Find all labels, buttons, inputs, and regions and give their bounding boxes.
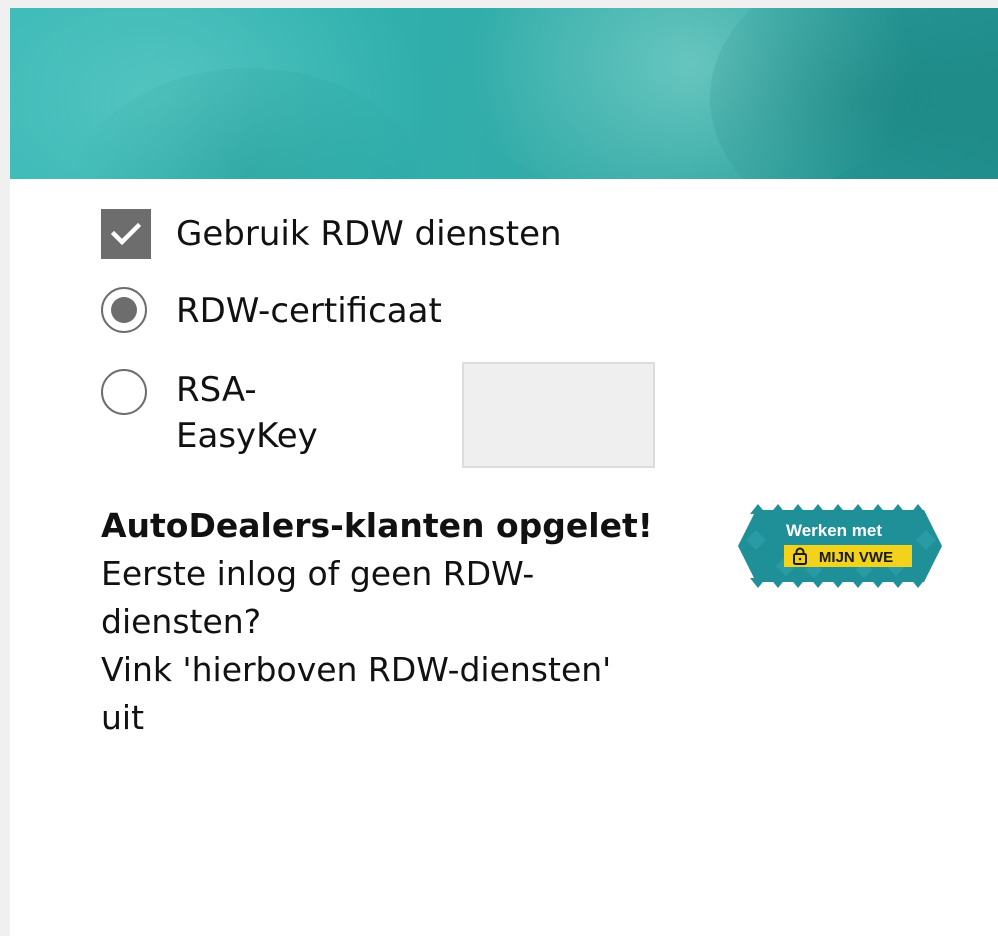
radio-selected-dot [111,297,137,323]
use-rdw-label: Gebruik RDW diensten [176,214,562,254]
autodealers-notice: AutoDealers-klanten opgelet! Eerste inlo… [101,502,681,742]
notice-line-1: Eerste inlog of geen RDW-diensten? [101,554,535,641]
rsa-easykey-row[interactable]: RSA-EasyKey [101,367,356,459]
mijn-vwe-logo: Werken met MIJN VWE [738,504,942,588]
easykey-input[interactable] [462,362,655,468]
header-banner-image [10,8,998,179]
use-rdw-checkbox[interactable] [101,209,151,259]
mijn-vwe-badge[interactable]: Werken met MIJN VWE [736,500,944,592]
notice-line-2: Vink 'hierboven RDW-diensten' uit [101,650,612,737]
rsa-easykey-label: RSA-EasyKey [176,370,318,456]
rdw-cert-row[interactable]: RDW-certificaat [101,285,442,337]
rdw-cert-radio[interactable] [101,287,147,333]
rdw-cert-label: RDW-certificaat [176,291,442,331]
use-rdw-row[interactable]: Gebruik RDW diensten [101,209,562,259]
badge-line-1: Werken met [786,521,882,540]
notice-title: AutoDealers-klanten opgelet! [101,506,653,545]
checkmark-icon [111,222,141,246]
rsa-easykey-radio[interactable] [101,369,147,415]
login-panel [10,8,998,936]
badge-line-2: MIJN VWE [819,549,893,566]
